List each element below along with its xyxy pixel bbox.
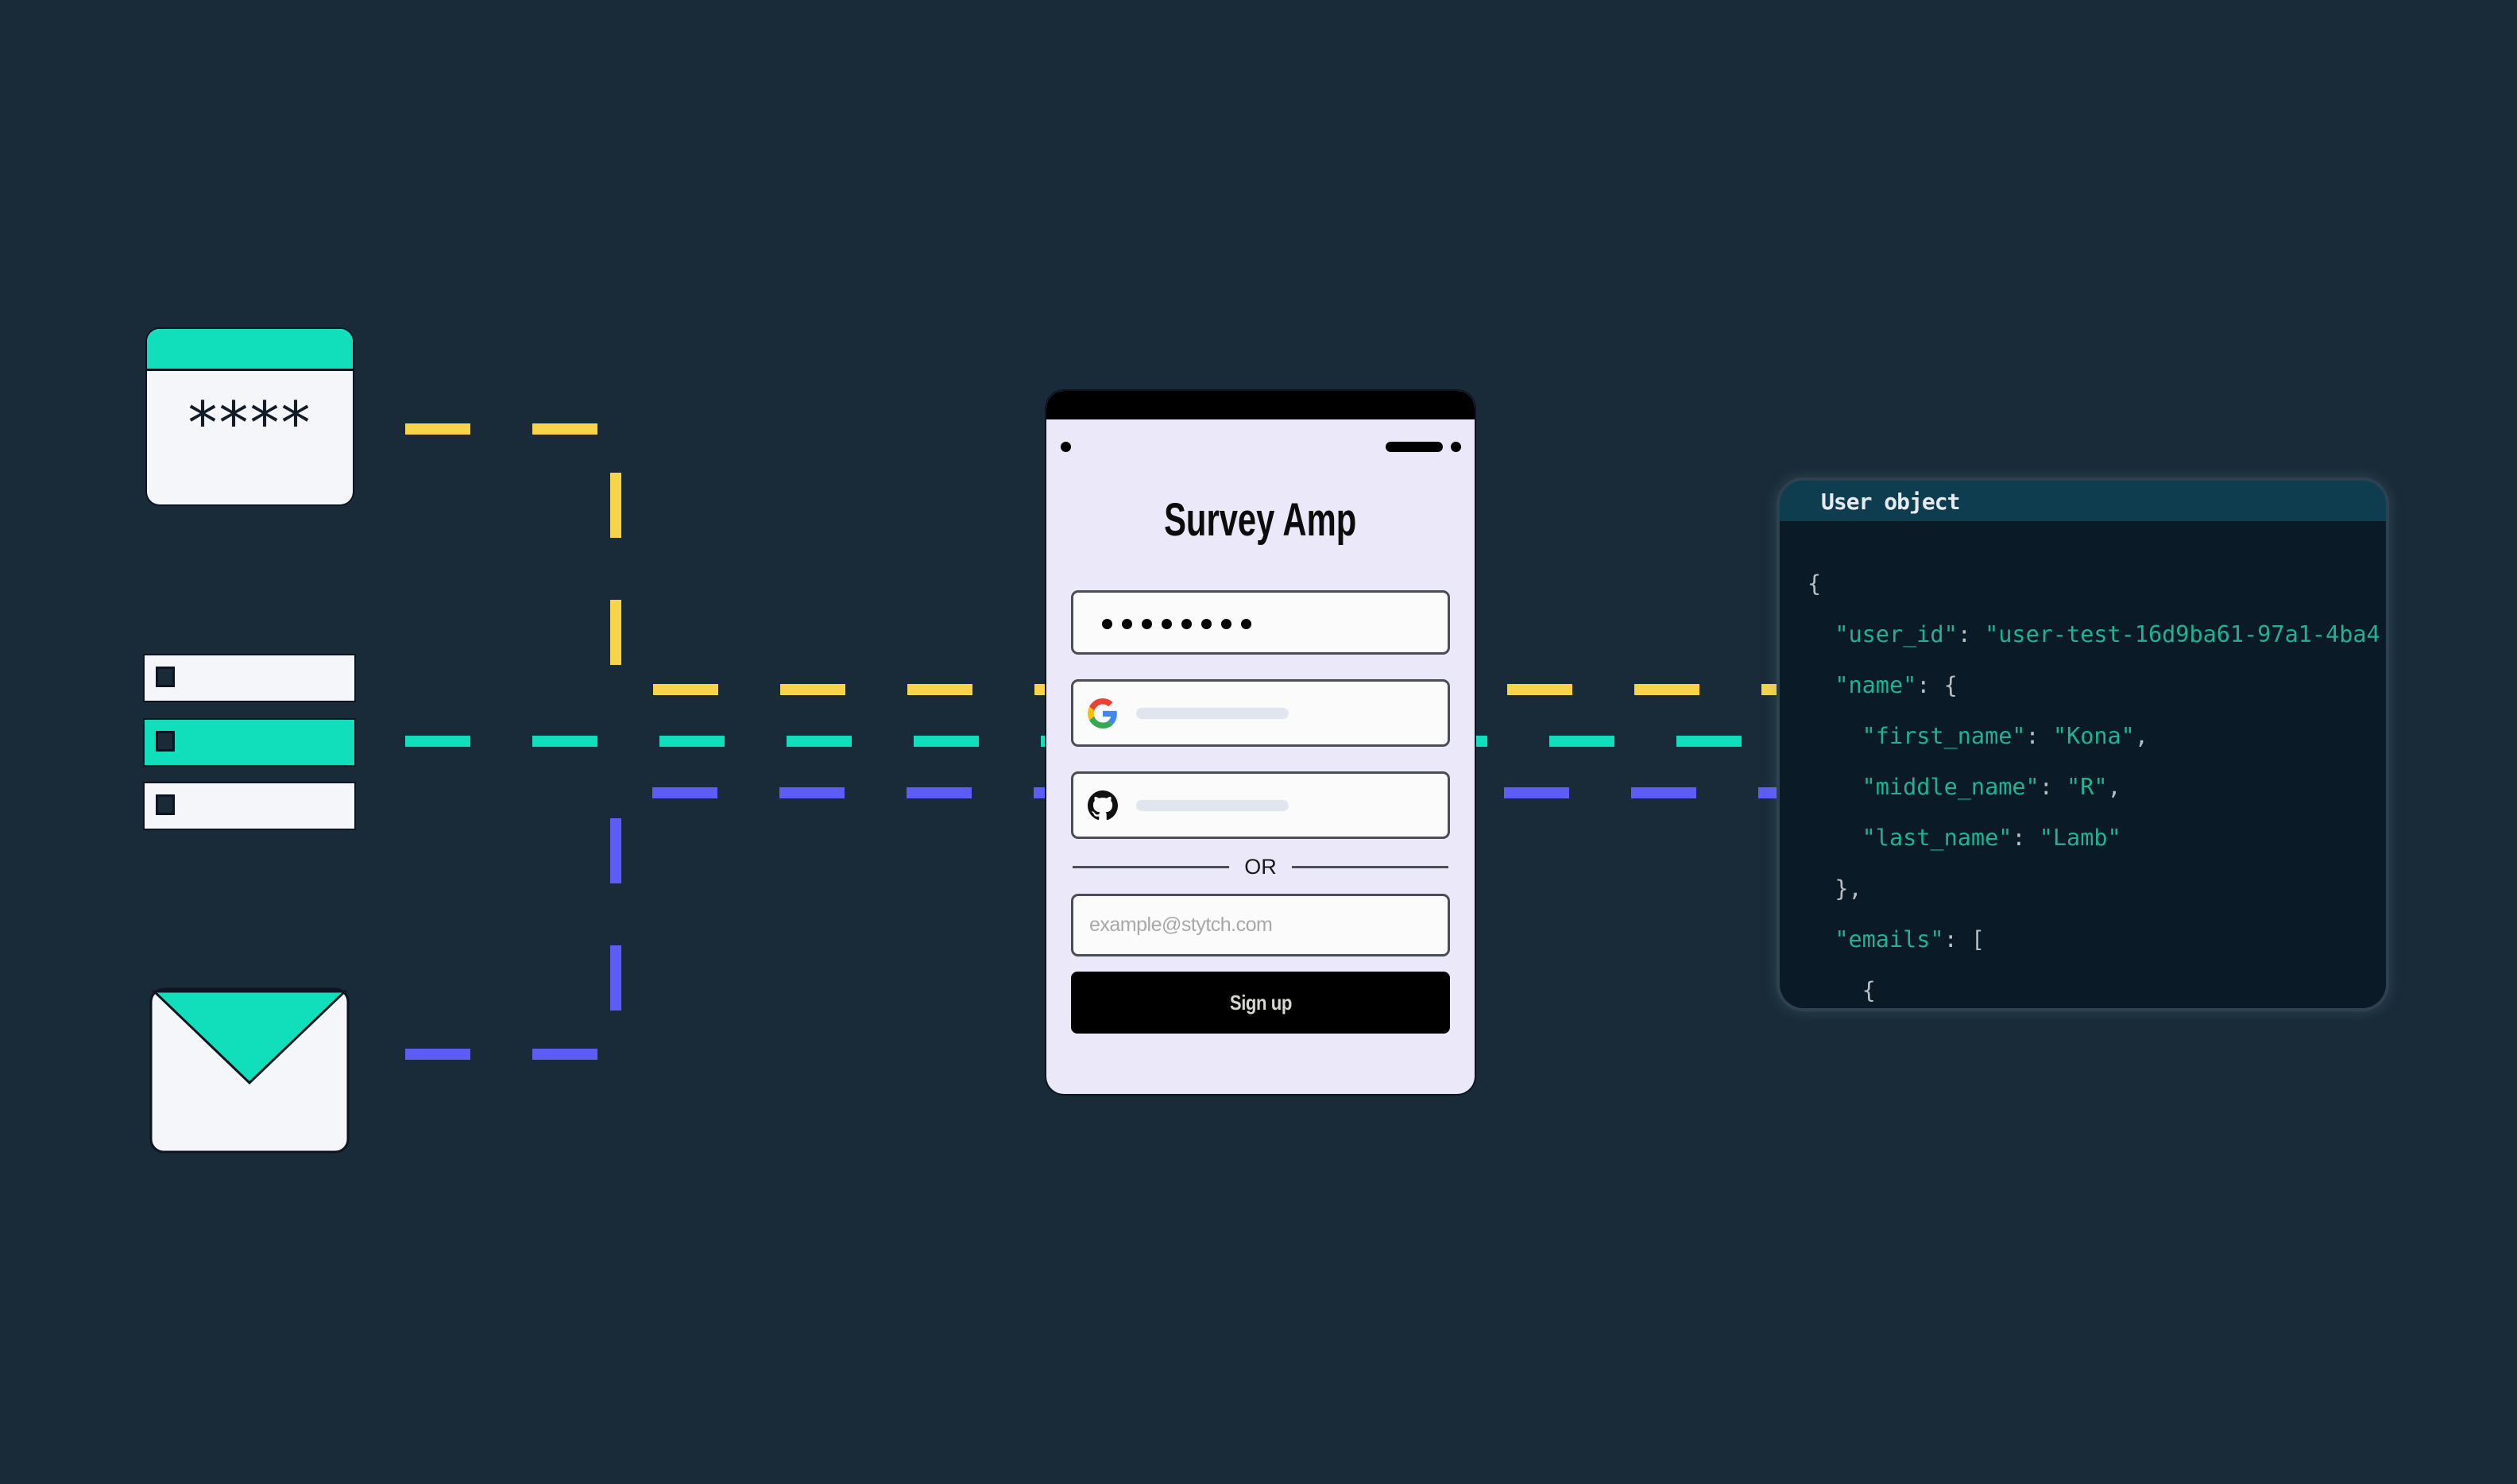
password-dot xyxy=(1122,619,1132,629)
json-string-value: "Kona" xyxy=(2052,723,2135,749)
or-divider: OR xyxy=(1073,855,1448,879)
google-label-placeholder-bar xyxy=(1136,708,1289,719)
oauth-list-row xyxy=(145,783,354,829)
json-line: "first_name": "Kona", xyxy=(1808,711,2380,762)
google-signin-button[interactable] xyxy=(1071,679,1450,747)
password-dot xyxy=(1102,619,1112,629)
json-punctuation: }, xyxy=(1835,875,1862,902)
checkbox-icon xyxy=(156,794,175,815)
divider-line-right xyxy=(1292,866,1448,868)
user-object-panel: User object { "user_id": "user-test-16d9… xyxy=(1780,481,2386,1008)
sign-up-label: Sign up xyxy=(1229,991,1292,1014)
password-dot xyxy=(1181,619,1192,629)
json-line: { xyxy=(1808,558,2380,609)
json-line: "name": { xyxy=(1808,660,2380,711)
json-punctuation: : [ xyxy=(1943,926,1985,953)
json-line: "middle_name": "R", xyxy=(1808,762,2380,813)
password-dot xyxy=(1201,619,1212,629)
phone-sensor-dot xyxy=(1451,442,1461,452)
password-card-header xyxy=(147,329,353,371)
oauth-list-row xyxy=(145,655,354,701)
password-method-icon: **** xyxy=(147,329,353,504)
json-key: "name" xyxy=(1835,672,1917,698)
github-signin-button[interactable] xyxy=(1071,771,1450,839)
json-punctuation: : xyxy=(2039,774,2067,800)
json-punctuation: , xyxy=(2134,723,2148,749)
phone-speaker-pill xyxy=(1386,442,1443,452)
json-line: "last_name": "Lamb" xyxy=(1808,813,2380,864)
oauth-list-row-active xyxy=(145,720,354,765)
json-punctuation: : xyxy=(1957,621,1985,647)
json-string-value: "user-test-16d9ba61-97a1-4ba4 xyxy=(1985,621,2380,647)
json-string-value: "R" xyxy=(2067,774,2108,800)
user-object-json: { "user_id": "user-test-16d9ba61-97a1-4b… xyxy=(1808,558,2380,1008)
google-icon xyxy=(1088,698,1117,728)
json-string-value: "Lamb" xyxy=(2039,825,2121,851)
user-object-title: User object xyxy=(1821,489,1960,515)
app-title: Survey Amp xyxy=(1164,494,1357,546)
json-punctuation: , xyxy=(2107,774,2121,800)
password-dot xyxy=(1162,619,1172,629)
json-punctuation: : xyxy=(2012,825,2040,851)
github-icon xyxy=(1088,790,1118,821)
phone-camera-dot xyxy=(1061,442,1071,452)
json-key: "user_id" xyxy=(1835,621,1958,647)
password-dot xyxy=(1142,619,1152,629)
checkbox-icon xyxy=(156,667,175,687)
json-line: "user_id": "user-test-16d9ba61-97a1-4ba4 xyxy=(1808,609,2380,660)
json-punctuation: : xyxy=(2025,723,2053,749)
password-input[interactable] xyxy=(1071,590,1450,655)
email-connector-left xyxy=(405,787,1046,1060)
json-key: "last_name" xyxy=(1862,825,2012,851)
checkbox-icon xyxy=(156,731,175,752)
email-envelope-icon xyxy=(149,987,350,1154)
json-line: }, xyxy=(1808,864,2380,914)
masked-password-text: **** xyxy=(188,389,312,458)
password-connector-left xyxy=(405,423,1046,695)
json-key: "first_name" xyxy=(1862,723,2026,749)
json-line: "emails": [ xyxy=(1808,914,2380,965)
phone-signup-mockup: Survey Amp OR example@stytch.com Sign up xyxy=(1046,391,1475,1094)
json-punctuation: { xyxy=(1808,570,1822,597)
email-input-placeholder: example@stytch.com xyxy=(1089,914,1273,936)
github-label-placeholder-bar xyxy=(1136,800,1289,811)
json-line: { xyxy=(1808,965,2380,1008)
phone-top-bar xyxy=(1046,391,1475,419)
json-punctuation: : { xyxy=(1916,672,1958,698)
sign-up-button[interactable]: Sign up xyxy=(1071,972,1450,1034)
json-punctuation: { xyxy=(1862,977,1876,1003)
password-dot xyxy=(1241,619,1251,629)
email-input[interactable]: example@stytch.com xyxy=(1071,894,1450,956)
password-dot xyxy=(1221,619,1231,629)
json-key: "middle_name" xyxy=(1862,774,2040,800)
password-mask-dots xyxy=(1102,619,1251,630)
json-key: "emails" xyxy=(1835,926,1944,953)
